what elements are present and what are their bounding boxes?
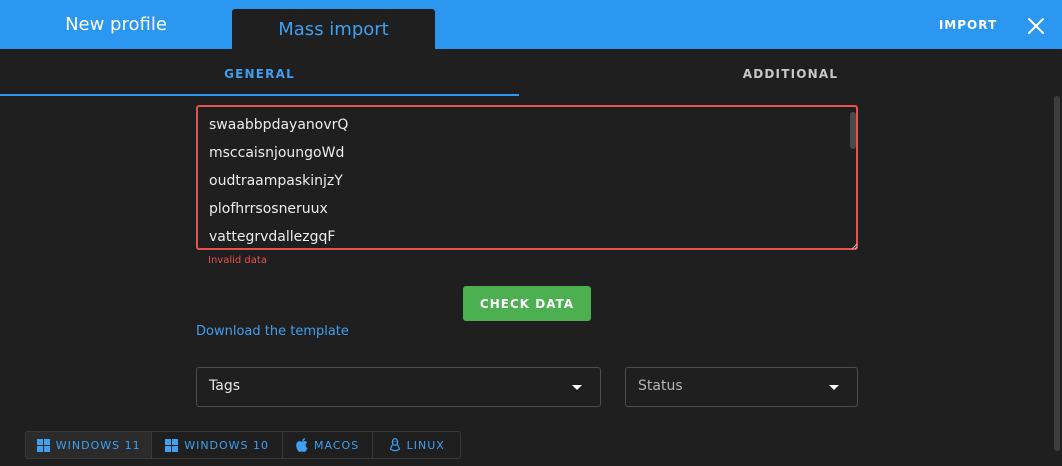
os-option-windows-10[interactable]: WINDOWS 10 <box>152 432 283 458</box>
os-option-macos[interactable]: MACOS <box>283 432 374 458</box>
subtab-general[interactable]: GENERAL <box>0 56 519 92</box>
tab-mass-import[interactable]: Mass import <box>232 9 435 49</box>
os-option-label: WINDOWS 11 <box>55 438 141 452</box>
status-select[interactable]: Status <box>625 367 858 407</box>
tab-new-profile-label: New profile <box>65 14 167 35</box>
os-option-label: WINDOWS 10 <box>184 438 270 452</box>
check-data-label: CHECK DATA <box>479 296 575 311</box>
os-option-label: LINUX <box>406 438 445 452</box>
apple-icon <box>296 438 308 452</box>
subtab-additional-label: ADDITIONAL <box>742 67 839 81</box>
close-button[interactable] <box>1024 14 1048 38</box>
status-select-label: Status <box>638 378 683 394</box>
import-button[interactable]: IMPORT <box>930 15 1006 35</box>
windows-icon <box>36 438 50 452</box>
textarea-scrollbar[interactable] <box>850 112 856 149</box>
import-data-line: oudtraampaskinjzY <box>209 173 343 189</box>
chevron-down-icon <box>572 385 582 390</box>
check-data-button[interactable]: CHECK DATA <box>463 286 591 321</box>
tab-mass-import-label: Mass import <box>278 18 389 40</box>
tags-select-label: Tags <box>209 378 240 394</box>
os-option-label: MACOS <box>314 438 360 452</box>
import-data-line: swaabbpdayanovrQ <box>209 117 349 133</box>
subtab-additional[interactable]: ADDITIONAL <box>519 56 1062 92</box>
error-message: Invalid data <box>208 255 267 266</box>
download-template-link[interactable]: Download the template <box>196 324 349 339</box>
linux-icon <box>389 438 400 452</box>
header-bar: New profile Mass import IMPORT <box>0 0 1062 49</box>
import-data-line: plofhrrsosneruux <box>209 201 328 217</box>
windows-icon <box>165 438 179 452</box>
import-data-line: vattegrvdallezgqF <box>209 229 336 245</box>
tab-new-profile[interactable]: New profile <box>0 0 232 49</box>
os-option-windows-11[interactable]: WINDOWS 11 <box>26 432 153 458</box>
import-data-line: msccaisnjoungoWd <box>209 145 345 161</box>
tags-select[interactable]: Tags <box>196 367 601 407</box>
os-option-linux[interactable]: LINUX <box>373 432 460 458</box>
resize-handle-icon[interactable] <box>849 241 858 250</box>
import-button-label: IMPORT <box>938 18 998 32</box>
chevron-down-icon <box>829 385 839 390</box>
import-data-textarea[interactable]: swaabbpdayanovrQ msccaisnjoungoWd oudtra… <box>196 105 858 250</box>
os-selector: WINDOWS 11 WINDOWS 10 MACOS LINUX <box>25 431 461 459</box>
subtab-general-label: GENERAL <box>224 67 295 81</box>
active-subtab-indicator <box>0 94 519 96</box>
close-icon <box>1028 18 1044 34</box>
page-scrollbar[interactable] <box>1054 96 1060 451</box>
